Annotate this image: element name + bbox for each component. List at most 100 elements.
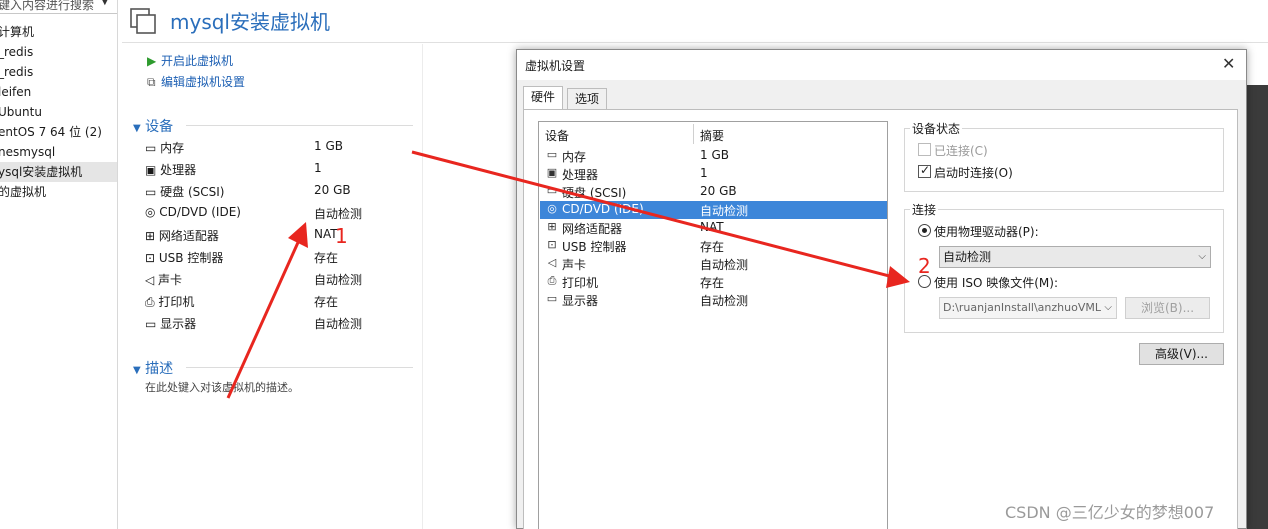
description-heading: 描述 xyxy=(145,361,174,377)
device-status-heading: 设备状态 xyxy=(910,120,963,137)
chevron-down-icon: ⌵ xyxy=(1198,251,1206,262)
iso-path-input[interactable]: D:\ruanjanInstall\anzhuoVML ⌵ xyxy=(939,297,1117,319)
hardware-name: 声卡 xyxy=(562,258,587,272)
power-on-label: 开启此虚拟机 xyxy=(161,54,234,68)
iso-path-value: D:\ruanjanInstall\anzhuoVML xyxy=(943,301,1101,314)
dialog-title: 虚拟机设置 xyxy=(525,59,586,73)
hardware-summary: 自动检测 xyxy=(700,258,749,272)
device-value: 自动检测 xyxy=(314,273,363,287)
column-header-device[interactable]: 设备 xyxy=(545,127,569,144)
device-status-group xyxy=(904,128,1224,192)
header-divider xyxy=(122,42,1268,43)
section-divider xyxy=(186,125,413,126)
harddisk-icon: ▭ xyxy=(145,185,161,199)
cpu-icon: ▣ xyxy=(546,166,558,179)
network-icon: ⊞ xyxy=(547,220,557,233)
hardware-summary: 存在 xyxy=(700,276,725,290)
library-item[interactable]: Ubuntu xyxy=(0,102,42,122)
device-monitor[interactable]: ▭ 显示器 xyxy=(145,315,196,332)
harddisk-icon: ▭ xyxy=(546,184,558,197)
hardware-name: 打印机 xyxy=(562,276,599,290)
library-item-selected[interactable]: ysql安装虚拟机 xyxy=(0,162,117,182)
device-value: 存在 xyxy=(314,295,339,309)
dialog-titlebar[interactable] xyxy=(517,50,1246,80)
hardware-name: USB 控制器 xyxy=(562,240,627,254)
connect-at-power-on-checkbox[interactable]: ✓ xyxy=(918,163,931,178)
description-placeholder[interactable]: 在此处键入对该虚拟机的描述。 xyxy=(145,379,299,395)
device-value: 存在 xyxy=(314,251,339,265)
memory-icon: ▭ xyxy=(546,148,558,161)
edit-settings-link[interactable]: ⧉ 编辑虚拟机设置 xyxy=(147,73,245,90)
cpu-icon: ▣ xyxy=(145,163,161,177)
browse-button[interactable]: 浏览(B)... xyxy=(1125,297,1210,319)
device-usb[interactable]: ⊡ USB 控制器 xyxy=(145,249,223,266)
chevron-down-icon: ⌵ xyxy=(1104,302,1112,313)
cd-icon: ◎ xyxy=(145,205,160,219)
device-name: 硬盘 (SCSI) xyxy=(160,185,225,199)
monitor-icon: ▭ xyxy=(546,292,558,305)
radio-selected-dot xyxy=(922,228,927,233)
advanced-button[interactable]: 高级(V)... xyxy=(1139,343,1224,365)
device-name: USB 控制器 xyxy=(158,251,224,265)
device-memory[interactable]: ▭ 内存 xyxy=(145,139,184,156)
description-section-toggle[interactable]: ▼ 描述 xyxy=(133,358,173,378)
device-cpu[interactable]: ▣ 处理器 xyxy=(145,161,196,178)
background-window xyxy=(1247,85,1268,529)
devices-section-toggle[interactable]: ▼ 设备 xyxy=(133,116,173,136)
close-icon[interactable]: ✕ xyxy=(1222,54,1235,73)
library-pane: 键入内容进行搜索 ▼ 计算机 _redis _redis leifen Ubun… xyxy=(0,0,118,529)
hardware-summary: 20 GB xyxy=(700,184,737,198)
device-name: 处理器 xyxy=(160,163,197,177)
hardware-summary: 1 GB xyxy=(700,148,729,162)
library-item[interactable]: 的虚拟机 xyxy=(0,182,46,202)
device-value: 1 GB xyxy=(314,139,343,153)
device-name: 网络适配器 xyxy=(158,229,219,243)
use-physical-drive-radio[interactable] xyxy=(918,224,931,237)
power-on-link[interactable]: ▶ 开启此虚拟机 xyxy=(147,52,233,69)
library-item[interactable]: entOS 7 64 位 (2) xyxy=(0,122,102,142)
column-header-summary[interactable]: 摘要 xyxy=(700,127,724,144)
library-item[interactable]: _redis xyxy=(0,62,33,82)
library-item[interactable]: 计算机 xyxy=(0,22,34,42)
usb-icon: ⊡ xyxy=(145,251,159,265)
watermark: CSDN @三亿少女的梦想007 xyxy=(1005,503,1215,522)
hardware-summary: 自动检测 xyxy=(700,294,749,308)
tab-options[interactable]: 选项 xyxy=(567,88,608,110)
device-network[interactable]: ⊞ 网络适配器 xyxy=(145,227,219,244)
connected-checkbox[interactable] xyxy=(918,143,931,156)
device-printer[interactable]: ⎙ 打印机 xyxy=(145,293,194,310)
hardware-summary: NAT xyxy=(700,220,724,234)
hardware-summary: 1 xyxy=(700,166,708,180)
hardware-name: 硬盘 (SCSI) xyxy=(562,186,627,200)
chevron-down-icon[interactable]: ▼ xyxy=(101,0,109,7)
physical-drive-select[interactable]: 自动检测 ⌵ xyxy=(939,246,1211,268)
device-sound[interactable]: ◁ 声卡 xyxy=(145,271,182,288)
device-cddvd[interactable]: ◎ CD/DVD (IDE) xyxy=(145,205,241,219)
play-icon: ▶ xyxy=(147,54,157,68)
devices-heading: 设备 xyxy=(145,119,174,135)
chevron-down-icon: ▼ xyxy=(133,365,141,376)
annotation-label-1: 1 xyxy=(335,224,348,248)
edit-settings-label: 编辑虚拟机设置 xyxy=(161,75,246,89)
use-physical-drive-label: 使用物理驱动器(P): xyxy=(934,225,1039,239)
library-search-placeholder: 键入内容进行搜索 xyxy=(0,0,95,12)
hardware-summary: 自动检测 xyxy=(700,204,749,218)
device-value: 自动检测 xyxy=(314,207,363,221)
printer-icon: ⎙ xyxy=(547,274,557,287)
library-item[interactable]: leifen xyxy=(0,82,31,102)
library-item[interactable]: nesmysql xyxy=(0,142,55,162)
memory-icon: ▭ xyxy=(145,141,161,155)
check-icon: ✓ xyxy=(920,163,931,177)
library-item[interactable]: _redis xyxy=(0,42,33,62)
usb-icon: ⊡ xyxy=(547,238,557,251)
hardware-name: CD/DVD (IDE) xyxy=(562,202,644,216)
annotation-label-2: 2 xyxy=(918,254,931,278)
device-value: 1 xyxy=(314,161,322,175)
device-harddisk[interactable]: ▭ 硬盘 (SCSI) xyxy=(145,183,225,200)
device-name: 声卡 xyxy=(158,273,183,287)
library-search-input[interactable]: 键入内容进行搜索 ▼ xyxy=(0,0,117,14)
device-value: 自动检测 xyxy=(314,317,363,331)
panel-divider xyxy=(422,44,423,529)
tab-hardware[interactable]: 硬件 xyxy=(523,86,564,110)
column-separator[interactable] xyxy=(693,124,694,144)
